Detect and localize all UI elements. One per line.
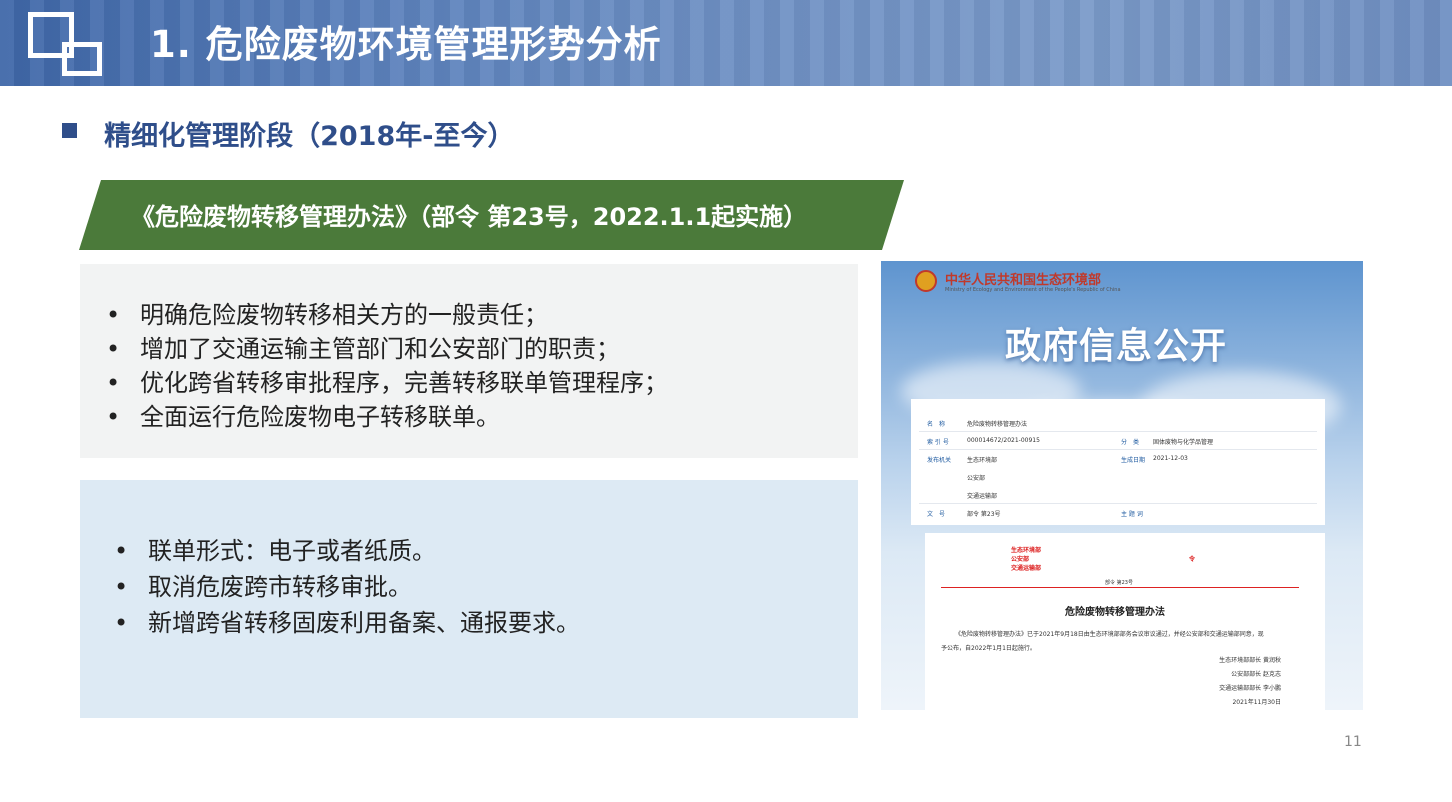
section-heading: 精细化管理阶段（2018年-至今） <box>62 114 514 152</box>
responsibilities-list: • 明确危险废物转移相关方的一般责任； • 增加了交通运输主管部门和公安部门的职责；… <box>106 298 668 434</box>
list-item-text: 新增跨省转移固废利用备案、通报要求。 <box>148 609 580 637</box>
info-card: 名 称 危险废物转移管理办法 索 引 号 000014672/2021-0091… <box>911 399 1325 525</box>
decree-ling: 令 <box>1189 556 1196 563</box>
list-item: • 明确危险废物转移相关方的一般责任； <box>106 298 668 332</box>
manifest-changes-box: • 联单形式：电子或者纸质。 • 取消危废跨市转移审批。 • 新增跨省转移固废利用备案… <box>80 480 858 718</box>
list-item: • 取消危废跨市转移审批。 <box>114 569 580 605</box>
signature: 生态环境部部长 黄润秋 <box>1219 657 1281 664</box>
bullet-dot: • <box>106 369 121 397</box>
bullet-dot: • <box>106 403 121 431</box>
list-item: • 优化跨省转移审批程序，完善转移联单管理程序； <box>106 366 668 400</box>
issuer-red: 生态环境部 <box>1011 547 1042 554</box>
square-bullet-icon <box>62 123 77 138</box>
list-item-text: 联单形式：电子或者纸质。 <box>148 537 436 565</box>
list-item-text: 明确危险废物转移相关方的一般责任； <box>140 301 548 329</box>
ministry-name: 中华人民共和国生态环境部 <box>945 273 1102 288</box>
gov-info-screenshot: 中华人民共和国生态环境部 Ministry of Ecology and Env… <box>881 261 1363 710</box>
doc-no-label: 文 号 <box>927 511 946 518</box>
ministry-name-en: Ministry of Ecology and Environment of t… <box>945 287 1121 293</box>
bullet-dot: • <box>114 609 129 637</box>
list-item: • 联单形式：电子或者纸质。 <box>114 533 580 569</box>
order-number: 部令 第23号 <box>1105 580 1133 586</box>
list-item: • 全面运行危险废物电子转移联单。 <box>106 400 668 434</box>
bullet-dot: • <box>106 335 121 363</box>
name-label: 名 称 <box>927 421 946 428</box>
list-item-text: 增加了交通运输主管部门和公安部门的职责； <box>140 335 620 363</box>
decree-paragraph: 予公布，自2022年1月1日起施行。 <box>941 645 1036 652</box>
header-banner: 1. 危险废物环境管理形势分析 <box>0 0 1452 86</box>
list-item-text: 取消危废跨市转移审批。 <box>148 573 412 601</box>
page-number: 11 <box>1344 734 1362 750</box>
decree-paragraph: 《危险废物转移管理办法》已于2021年9月18日由生态环境部部务会议审议通过，并… <box>955 631 1264 638</box>
bullet-dot: • <box>114 537 129 565</box>
responsibilities-box: • 明确危险废物转移相关方的一般责任； • 增加了交通运输主管部门和公安部门的职责；… <box>80 264 858 458</box>
gov-info-title: 政府信息公开 <box>1005 326 1228 367</box>
national-emblem-icon <box>915 270 937 292</box>
decree-title: 危险废物转移管理办法 <box>1065 607 1165 618</box>
bullet-dot: • <box>114 573 129 601</box>
date-label: 生成日期 <box>1121 457 1146 464</box>
issuer-value: 交通运输部 <box>967 493 998 500</box>
doc-no-value: 部令 第23号 <box>967 511 1001 518</box>
page-title: 1. 危险废物环境管理形势分析 <box>150 23 662 66</box>
red-rule <box>941 587 1299 588</box>
overlapping-squares-icon <box>28 12 106 76</box>
category-value: 固体废物与化学品管理 <box>1153 439 1214 446</box>
regulation-title: 《危险废物转移管理办法》（部令 第23号，2022.1.1起实施） <box>131 203 808 231</box>
section-title: 精细化管理阶段（2018年-至今） <box>104 121 515 152</box>
category-label: 分 类 <box>1121 439 1140 446</box>
issuer-red: 公安部 <box>1011 556 1030 563</box>
issuer-value: 生态环境部 <box>967 457 998 464</box>
issuer-red: 交通运输部 <box>1011 565 1042 572</box>
issuer-value: 公安部 <box>967 475 986 482</box>
name-value: 危险废物转移管理办法 <box>967 421 1028 428</box>
decree-document: 生态环境部 公安部 交通运输部 令 部令 第23号 危险废物转移管理办法 《危险… <box>925 533 1325 710</box>
list-item: • 增加了交通运输主管部门和公安部门的职责； <box>106 332 668 366</box>
divider <box>919 503 1317 504</box>
topic-label: 主 题 词 <box>1121 511 1143 518</box>
list-item-text: 全面运行危险废物电子转移联单。 <box>140 403 500 431</box>
issuer-label: 发布机关 <box>927 457 952 464</box>
regulation-banner: 《危险废物转移管理办法》（部令 第23号，2022.1.1起实施） <box>79 180 904 250</box>
date-value: 2021-12-03 <box>1153 455 1188 462</box>
manifest-changes-list: • 联单形式：电子或者纸质。 • 取消危废跨市转移审批。 • 新增跨省转移固废利用备案… <box>114 533 580 641</box>
signature-date: 2021年11月30日 <box>1232 699 1281 706</box>
index-label: 索 引 号 <box>927 439 949 446</box>
divider <box>919 431 1317 432</box>
divider <box>919 449 1317 450</box>
square-small <box>62 42 102 76</box>
list-item: • 新增跨省转移固废利用备案、通报要求。 <box>114 605 580 641</box>
bullet-dot: • <box>106 301 121 329</box>
signature: 公安部部长 赵克志 <box>1231 671 1281 678</box>
signature: 交通运输部部长 李小鹏 <box>1219 685 1281 692</box>
list-item-text: 优化跨省转移审批程序，完善转移联单管理程序； <box>140 369 668 397</box>
index-value: 000014672/2021-00915 <box>967 437 1040 444</box>
